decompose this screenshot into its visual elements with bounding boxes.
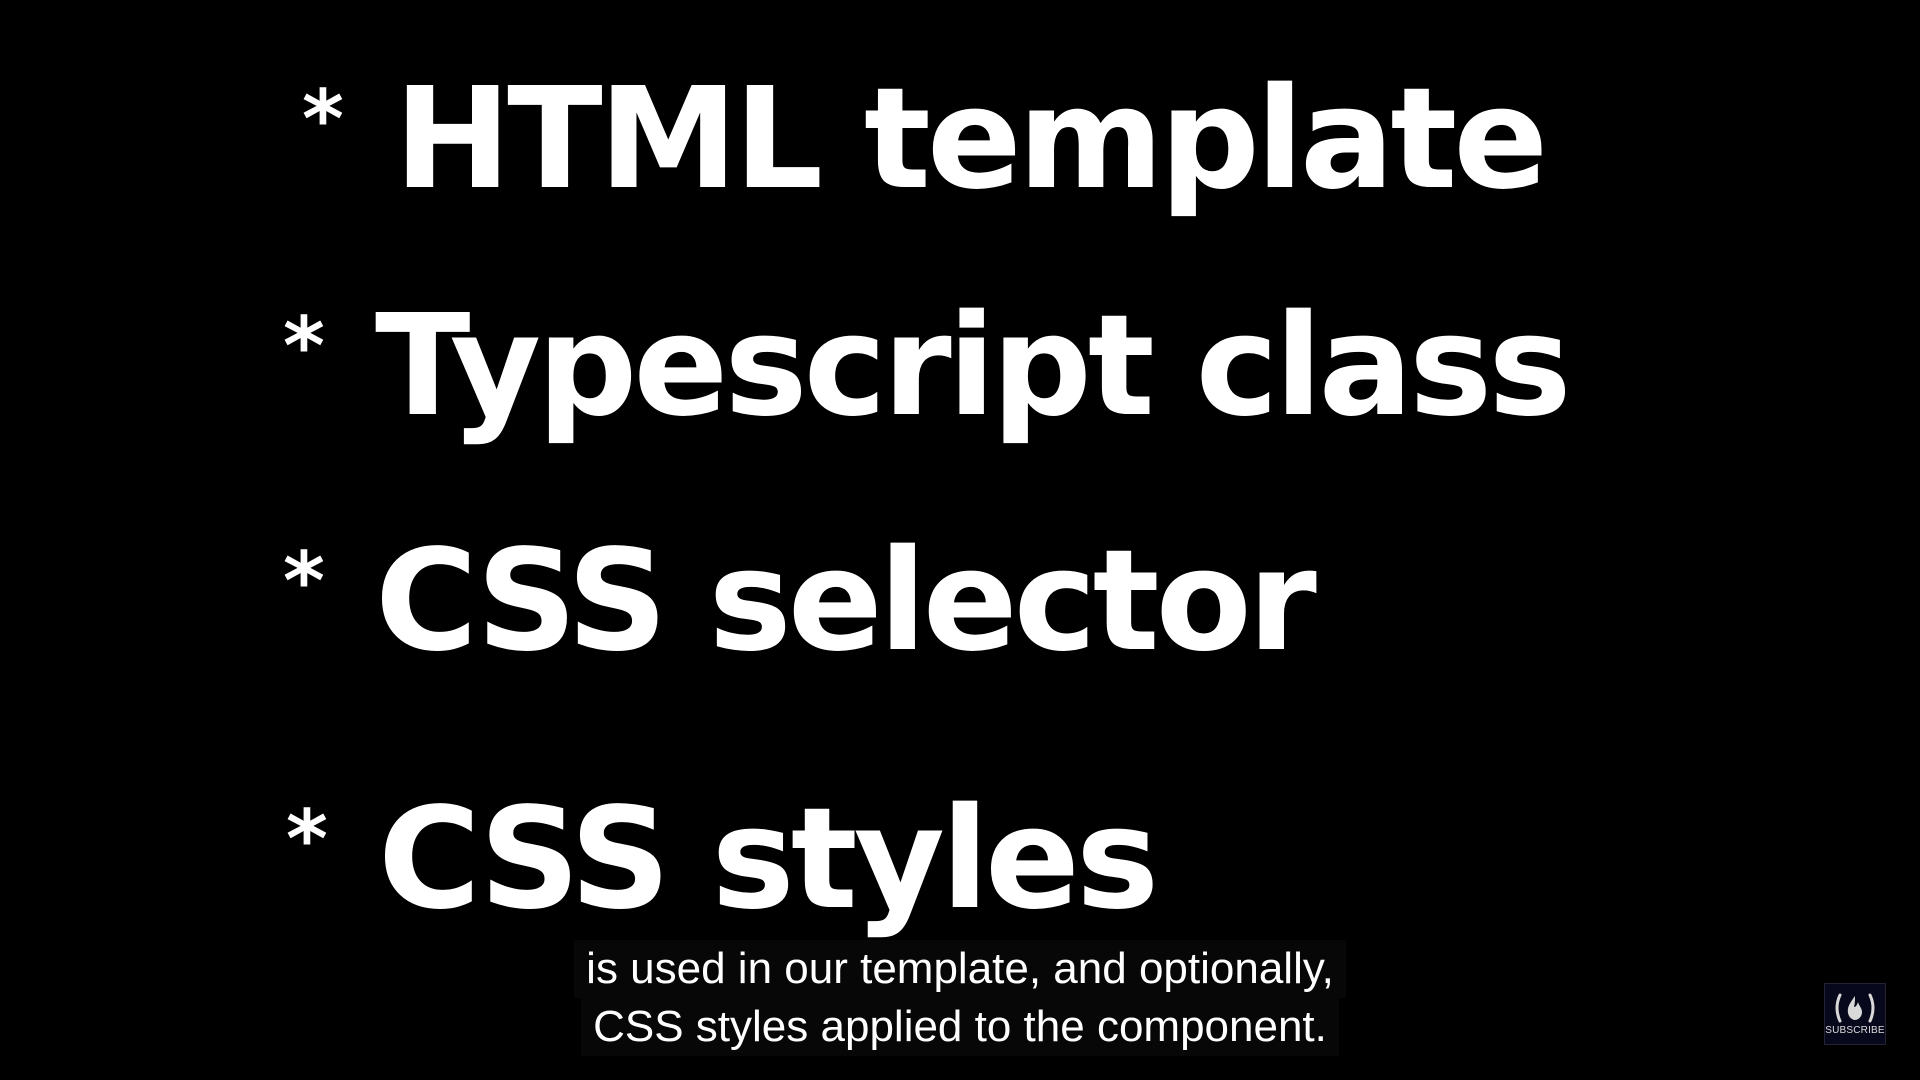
bullet-typescript-class: * Typescript class (283, 285, 1572, 448)
bullet-css-selector: * CSS selector (283, 520, 1317, 683)
video-frame: * HTML template * Typescript class * CSS… (0, 0, 1920, 1080)
caption-line-1: is used in our template, and optionally, (574, 940, 1346, 998)
bullet-label: CSS styles (378, 778, 1159, 941)
caption-line-2: CSS styles applied to the component. (581, 998, 1339, 1056)
bullet-label: Typescript class (375, 285, 1572, 448)
bullet-label: HTML template (394, 58, 1548, 221)
asterisk-bullet: * (286, 793, 328, 886)
bullet-css-styles: * CSS styles (286, 778, 1159, 941)
subscribe-label: SUBSCRIBE (1825, 1025, 1885, 1036)
closed-captions: is used in our template, and optionally,… (540, 940, 1380, 1056)
asterisk-bullet: * (302, 73, 344, 166)
asterisk-bullet: * (283, 300, 325, 393)
freecodecamp-flame-icon (1835, 993, 1875, 1023)
asterisk-bullet: * (283, 535, 325, 628)
subscribe-watermark[interactable]: SUBSCRIBE (1824, 983, 1886, 1045)
bullet-html-template: * HTML template (302, 58, 1548, 221)
bullet-label: CSS selector (375, 520, 1317, 683)
